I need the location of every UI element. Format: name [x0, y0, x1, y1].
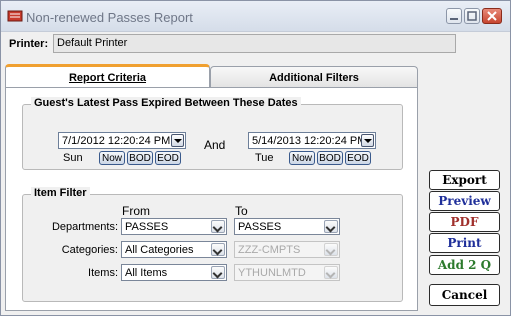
- tab-additional-filters[interactable]: Additional Filters: [210, 66, 418, 88]
- end-eod-button[interactable]: EOD: [345, 151, 371, 165]
- printer-field[interactable]: Default Printer: [53, 34, 456, 53]
- categories-from-select[interactable]: All Categories: [121, 241, 227, 258]
- items-from-select[interactable]: All Items: [121, 264, 227, 281]
- tab-report-criteria[interactable]: Report Criteria: [5, 64, 210, 88]
- item-filter-group: Item Filter From To Departments: PASSES …: [22, 187, 403, 302]
- maximize-icon: [467, 11, 477, 21]
- minimize-button[interactable]: [446, 8, 462, 24]
- departments-to-select[interactable]: PASSES: [234, 218, 340, 235]
- maximize-button[interactable]: [464, 8, 480, 24]
- report-criteria-panel: Guest's Latest Pass Expired Between Thes…: [5, 87, 418, 311]
- chevron-down-icon: [324, 243, 338, 256]
- start-day-label: Sun: [63, 152, 83, 164]
- from-label: From: [122, 204, 150, 218]
- chevron-down-icon: [211, 266, 225, 279]
- start-date-value: 7/1/2012 12:20:24 PM: [62, 135, 171, 147]
- export-button[interactable]: Export: [429, 170, 500, 190]
- start-date-picker[interactable]: 7/1/2012 12:20:24 PM: [58, 132, 186, 149]
- window-title: Non-renewed Passes Report: [26, 10, 193, 25]
- items-label: Items:: [88, 267, 118, 279]
- preview-button[interactable]: Preview: [429, 191, 500, 211]
- app-icon: [7, 10, 23, 22]
- report-window: Non-renewed Passes Report Printer: Defau…: [0, 0, 511, 316]
- departments-to-value: PASSES: [238, 221, 282, 233]
- chevron-down-icon: [324, 266, 338, 279]
- print-button[interactable]: Print: [429, 233, 500, 253]
- categories-to-value: ZZZ-CMPTS: [238, 244, 301, 256]
- item-filter-title: Item Filter: [31, 187, 90, 199]
- close-icon: [487, 11, 497, 21]
- end-date-picker[interactable]: 5/14/2013 12:20:24 PM: [248, 132, 376, 149]
- categories-to-select: ZZZ-CMPTS: [234, 241, 340, 258]
- start-date-dropdown-button[interactable]: [171, 134, 184, 147]
- end-date-value: 5/14/2013 12:20:24 PM: [252, 135, 367, 147]
- tab-bar: Report Criteria Additional Filters: [5, 64, 418, 88]
- title-bar[interactable]: Non-renewed Passes Report: [1, 1, 510, 32]
- chevron-down-icon: [324, 220, 338, 233]
- categories-from-value: All Categories: [125, 244, 194, 256]
- end-now-button[interactable]: Now: [289, 151, 315, 165]
- date-range-group: Guest's Latest Pass Expired Between Thes…: [22, 97, 403, 170]
- to-label: To: [235, 204, 248, 218]
- tab-label: Additional Filters: [269, 72, 359, 84]
- departments-from-select[interactable]: PASSES: [121, 218, 227, 235]
- start-now-button[interactable]: Now: [99, 151, 125, 165]
- items-to-select: YTHUNLMTD: [234, 264, 340, 281]
- tab-label: Report Criteria: [68, 72, 147, 84]
- and-label: And: [204, 138, 226, 152]
- start-eod-button[interactable]: EOD: [155, 151, 181, 165]
- start-bod-button[interactable]: BOD: [127, 151, 153, 165]
- chevron-down-icon: [211, 220, 225, 233]
- minimize-icon: [450, 18, 458, 20]
- close-button[interactable]: [482, 8, 502, 24]
- departments-from-value: PASSES: [125, 221, 169, 233]
- cancel-button[interactable]: Cancel: [429, 284, 500, 306]
- date-range-title: Guest's Latest Pass Expired Between Thes…: [31, 97, 301, 109]
- items-to-value: YTHUNLMTD: [238, 267, 306, 279]
- printer-label: Printer:: [9, 38, 49, 50]
- add-to-queue-button[interactable]: Add 2 Q: [429, 255, 500, 275]
- end-date-dropdown-button[interactable]: [361, 134, 374, 147]
- end-day-label: Tue: [255, 152, 274, 164]
- departments-label: Departments:: [51, 221, 118, 233]
- end-bod-button[interactable]: BOD: [317, 151, 343, 165]
- pdf-button[interactable]: PDF: [429, 212, 500, 232]
- categories-label: Categories:: [61, 244, 118, 256]
- items-from-value: All Items: [125, 267, 168, 279]
- chevron-down-icon: [211, 243, 225, 256]
